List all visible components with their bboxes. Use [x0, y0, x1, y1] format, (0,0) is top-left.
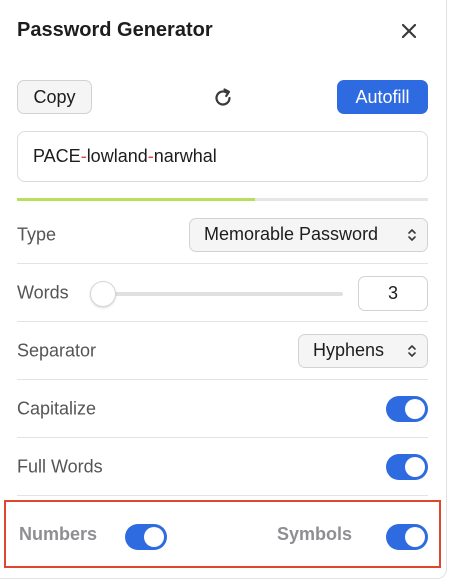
chevron-up-down-icon [408, 228, 416, 241]
password-word: lowland [86, 146, 148, 166]
password-generator-panel: Password Generator Copy Autofill PACE - lo… [0, 0, 447, 579]
capitalize-label: Capitalize [17, 398, 97, 418]
refresh-button[interactable] [210, 85, 236, 111]
autofill-button[interactable]: Autofill [337, 80, 428, 114]
full-words-label: Full Words [17, 456, 103, 476]
toggle-knob [405, 399, 425, 419]
words-row: Words 3 [17, 264, 428, 322]
separator-select-value: Hyphens [313, 340, 385, 360]
separator-row: Separator Hyphens [17, 322, 428, 380]
type-select[interactable]: Memorable Password [189, 217, 428, 252]
chevron-up-down-icon [408, 344, 416, 357]
password-word: PACE [33, 146, 81, 166]
copy-button[interactable]: Copy [17, 80, 92, 114]
annotation-highlight-box [4, 500, 441, 568]
password-word: narwhal [153, 146, 217, 166]
separator-select[interactable]: Hyphens [298, 333, 428, 368]
type-select-value: Memorable Password [204, 224, 379, 244]
full-words-row: Full Words [17, 438, 428, 496]
full-words-toggle[interactable] [386, 454, 428, 480]
separator-label: Separator [17, 340, 97, 360]
words-count-field[interactable]: 3 [358, 276, 428, 311]
close-icon [402, 24, 416, 38]
password-strength-bar [17, 198, 428, 201]
words-slider-track[interactable] [105, 292, 343, 296]
capitalize-row: Capitalize [17, 380, 428, 438]
type-row: Type Memorable Password [17, 206, 428, 264]
words-label: Words [17, 282, 69, 302]
refresh-icon [215, 88, 231, 106]
type-label: Type [17, 224, 57, 244]
close-button[interactable] [398, 20, 420, 42]
words-slider-thumb[interactable] [90, 281, 116, 307]
panel-title: Password Generator [17, 19, 213, 41]
toggle-knob [405, 457, 425, 477]
password-strength-fill [17, 198, 256, 201]
generated-password-field[interactable]: PACE - lowland - narwhal [17, 131, 428, 182]
capitalize-toggle[interactable] [386, 396, 428, 422]
